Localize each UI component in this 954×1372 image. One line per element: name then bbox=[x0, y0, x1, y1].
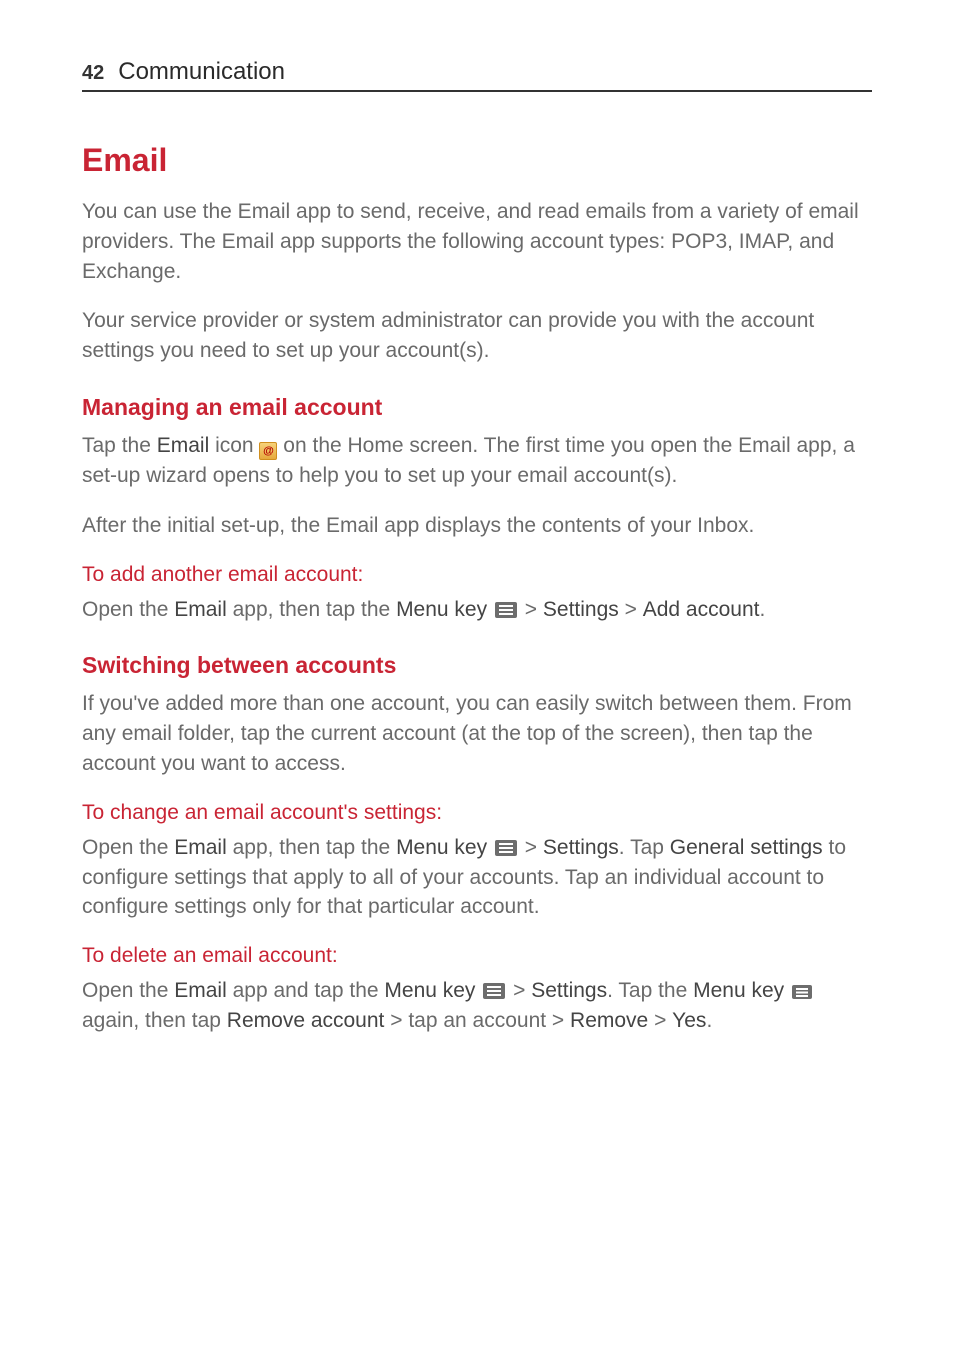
bold-email-label: Email bbox=[174, 836, 227, 859]
text-fragment: > bbox=[519, 836, 543, 859]
intro-paragraph-2: Your service provider or system administ… bbox=[82, 306, 872, 366]
heading-managing-account: Managing an email account bbox=[82, 394, 872, 421]
bold-settings-label: Settings bbox=[543, 836, 619, 859]
text-fragment: again, then tap bbox=[82, 1009, 227, 1032]
switching-paragraph: If you've added more than one account, y… bbox=[82, 689, 872, 778]
bold-remove-account-label: Remove account bbox=[227, 1009, 385, 1032]
bold-email-label: Email bbox=[174, 598, 227, 621]
heading-delete-account: To delete an email account: bbox=[82, 944, 872, 968]
text-fragment: Open the bbox=[82, 836, 174, 859]
text-fragment: icon bbox=[209, 434, 259, 457]
page-container: 42 Communication Email You can use the E… bbox=[0, 0, 954, 1116]
text-fragment: Open the bbox=[82, 979, 174, 1002]
bold-menu-key-label: Menu key bbox=[396, 836, 487, 859]
change-settings-paragraph: Open the Email app, then tap the Menu ke… bbox=[82, 833, 872, 922]
add-account-paragraph: Open the Email app, then tap the Menu ke… bbox=[82, 595, 872, 625]
intro-paragraph-1: You can use the Email app to send, recei… bbox=[82, 197, 872, 286]
menu-key-icon bbox=[495, 602, 517, 618]
text-fragment bbox=[487, 836, 493, 859]
bold-general-settings-label: General settings bbox=[670, 836, 823, 859]
bold-menu-key-label: Menu key bbox=[693, 979, 784, 1002]
text-fragment: > bbox=[519, 598, 543, 621]
heading-add-account: To add another email account: bbox=[82, 563, 872, 587]
chapter-title: Communication bbox=[118, 58, 285, 86]
text-fragment: . Tap the bbox=[607, 979, 693, 1002]
text-fragment: app and tap the bbox=[227, 979, 385, 1002]
text-fragment bbox=[475, 979, 481, 1002]
text-fragment: . bbox=[706, 1009, 712, 1032]
bold-menu-key-label: Menu key bbox=[396, 598, 487, 621]
text-fragment: > tap an account > bbox=[384, 1009, 570, 1032]
bold-settings-label: Settings bbox=[531, 979, 607, 1002]
text-fragment: > bbox=[619, 598, 643, 621]
page-header: 42 Communication bbox=[82, 58, 872, 92]
heading-switching-accounts: Switching between accounts bbox=[82, 652, 872, 679]
text-fragment: app, then tap the bbox=[227, 836, 396, 859]
menu-key-icon bbox=[495, 840, 517, 856]
heading-change-settings: To change an email account's settings: bbox=[82, 801, 872, 825]
text-fragment bbox=[487, 598, 493, 621]
text-fragment: . bbox=[759, 598, 765, 621]
email-app-icon: @ bbox=[259, 442, 277, 460]
menu-key-icon bbox=[483, 983, 505, 999]
section-title-email: Email bbox=[82, 142, 872, 179]
bold-yes-label: Yes bbox=[672, 1009, 706, 1032]
menu-key-icon bbox=[792, 985, 812, 999]
text-fragment bbox=[784, 979, 790, 1002]
managing-paragraph-2: After the initial set-up, the Email app … bbox=[82, 511, 872, 541]
text-fragment: Open the bbox=[82, 598, 174, 621]
page-number: 42 bbox=[82, 62, 104, 85]
bold-settings-label: Settings bbox=[543, 598, 619, 621]
bold-remove-label: Remove bbox=[570, 1009, 648, 1032]
bold-add-account-label: Add account bbox=[643, 598, 760, 621]
bold-email-label: Email bbox=[174, 979, 227, 1002]
text-fragment: app, then tap the bbox=[227, 598, 396, 621]
text-fragment: Tap the bbox=[82, 434, 157, 457]
bold-email-label: Email bbox=[157, 434, 210, 457]
text-fragment: > bbox=[648, 1009, 672, 1032]
managing-paragraph-1: Tap the Email icon @ on the Home screen.… bbox=[82, 431, 872, 491]
delete-account-paragraph: Open the Email app and tap the Menu key … bbox=[82, 976, 872, 1036]
text-fragment: > bbox=[507, 979, 531, 1002]
text-fragment: . Tap bbox=[619, 836, 670, 859]
bold-menu-key-label: Menu key bbox=[384, 979, 475, 1002]
